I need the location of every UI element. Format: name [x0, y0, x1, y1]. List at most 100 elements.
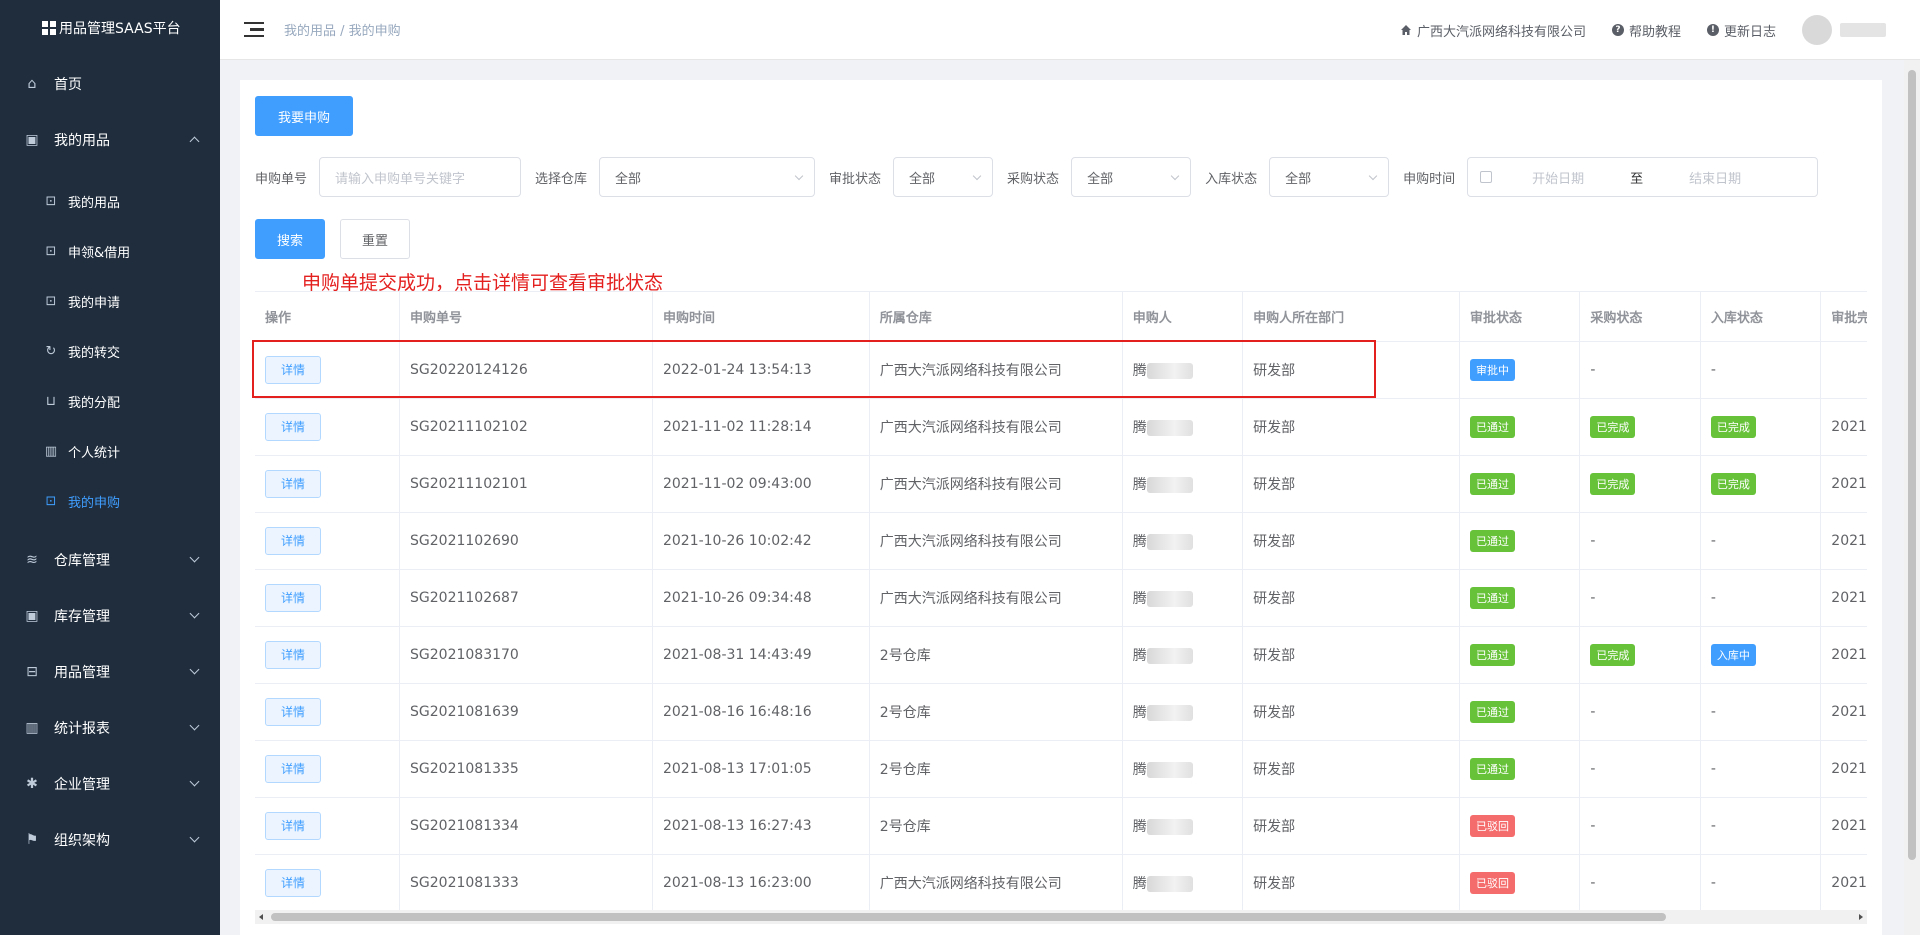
detail-button[interactable]: 详情 [265, 811, 321, 840]
top-header: 我的用品 / 我的申购 广西大汽派网络科技有限公司 ? 帮助教程 ! 更新日志 [220, 0, 1920, 60]
order-no-cell: SG2021081639 [399, 683, 653, 741]
sidebar-subitem-label: 申领&借用 [68, 245, 131, 261]
order-no-cell: SG2021083170 [399, 626, 653, 684]
approve-done-cell: 2021-12-13 14:49:02 [1820, 569, 1867, 627]
sidebar-item-label: 我的用品 [54, 133, 110, 149]
detail-button[interactable]: 详情 [265, 640, 321, 669]
stock-select[interactable]: 全部 [1269, 157, 1390, 197]
time-label: 申购时间 [1403, 171, 1456, 187]
dept-cell: 研发部 [1242, 455, 1460, 513]
refresh-icon: ↻ [45, 343, 57, 359]
applicant-name: 腾 [1132, 533, 1147, 550]
purchase-select[interactable]: 全部 [1071, 157, 1192, 197]
dept-cell: 研发部 [1242, 740, 1460, 798]
detail-button[interactable]: 详情 [265, 469, 321, 498]
sidebar-item[interactable]: ⊟ 用品管理 [0, 644, 220, 700]
sidebar-subitem[interactable]: ↻ 我的转交 [0, 326, 220, 376]
approve-done-cell: 2021-08-31 14:56:37 [1820, 626, 1867, 684]
company-link[interactable]: 广西大汽派网络科技有限公司 [1400, 21, 1586, 40]
briefcase-icon: ▣ [25, 132, 39, 148]
chevron-down-icon [972, 171, 982, 181]
scroll-right-icon[interactable] [1859, 914, 1863, 920]
detail-button[interactable]: 详情 [265, 583, 321, 612]
detail-button[interactable]: 详情 [265, 355, 321, 384]
breadcrumb-item[interactable]: 我的用品 [284, 24, 336, 39]
avatar[interactable] [1802, 15, 1832, 45]
column-header: 所属仓库 [869, 292, 1123, 342]
sidebar-item[interactable]: ▥ 统计报表 [0, 700, 220, 756]
order-no-cell: SG2021081335 [399, 740, 653, 798]
table-horizontal-scrollbar[interactable] [255, 910, 1867, 924]
approval-cell: 已驳回 [1459, 854, 1581, 912]
sidebar-item[interactable]: ⚑ 组织架构 [0, 812, 220, 868]
detail-button[interactable]: 详情 [265, 868, 321, 897]
sidebar-item[interactable]: ▣ 库存管理 [0, 588, 220, 644]
applicant-name: 腾 [1132, 704, 1147, 721]
time-cell: 2021-08-31 14:43:49 [652, 626, 870, 684]
apply-purchase-button[interactable]: 我要申购 [255, 96, 353, 136]
sidebar-subitem[interactable]: ⊔ 我的分配 [0, 376, 220, 426]
status-badge: 已完成 [1710, 415, 1756, 438]
order-no-input[interactable]: 请输入申购单号关键字 [319, 157, 522, 197]
end-date-placeholder[interactable]: 结束日期 [1689, 168, 1741, 187]
user-name-blurred[interactable] [1840, 23, 1886, 37]
applicant-name: 腾 [1132, 761, 1147, 778]
scrollbar-thumb[interactable] [271, 913, 1666, 921]
stock-cell: - [1700, 512, 1822, 570]
start-date-placeholder[interactable]: 开始日期 [1532, 168, 1584, 187]
page-scrollbar[interactable] [1904, 60, 1920, 935]
status-badge: 已通过 [1469, 529, 1515, 552]
status-badge: 已驳回 [1469, 871, 1515, 894]
sidebar-subitem[interactable]: ⊡ 我的用品 [0, 176, 220, 226]
applicant-name: 腾 [1132, 647, 1147, 664]
sidebar-item-label: 组织架构 [54, 833, 110, 849]
hamburger-icon[interactable] [244, 21, 264, 38]
database-icon: ≋ [26, 552, 38, 568]
detail-button[interactable]: 详情 [265, 526, 321, 555]
column-header: 操作 [255, 292, 401, 342]
detail-button[interactable]: 详情 [265, 754, 321, 783]
chevron-down-icon [189, 608, 200, 619]
stock-cell: - [1700, 341, 1822, 399]
sidebar-item[interactable]: ▣ 我的用品 [0, 112, 220, 168]
dept-cell: 研发部 [1242, 626, 1460, 684]
warehouse-cell: 2号仓库 [869, 683, 1123, 741]
warehouse-cell: 2号仓库 [869, 740, 1123, 798]
detail-button[interactable]: 详情 [265, 697, 321, 726]
date-range-picker[interactable]: 开始日期 至 结束日期 [1467, 157, 1819, 197]
app-logo[interactable]: 用品管理SAAS平台 [0, 0, 220, 56]
stock-cell: 入库中 [1700, 626, 1822, 684]
applicant-name: 腾 [1132, 590, 1147, 607]
table-row: 详情 SG2021081639 2021-08-16 16:48:16 2号仓库腾 研发… [255, 683, 1867, 741]
reset-button[interactable]: 重置 [340, 219, 410, 259]
help-link[interactable]: ? 帮助教程 [1611, 21, 1681, 40]
scrollbar-thumb[interactable] [1908, 70, 1916, 860]
sidebar-subitem[interactable]: ▥ 个人统计 [0, 426, 220, 476]
action-cell: 详情 [255, 512, 401, 570]
time-cell: 2021-11-02 09:43:00 [652, 455, 870, 513]
app-title: 用品管理SAAS平台 [59, 21, 181, 37]
warehouse-value: 全部 [615, 171, 642, 187]
sidebar-item[interactable]: ⌂ 首页 [0, 56, 220, 112]
sidebar-item-label: 统计报表 [54, 721, 110, 737]
warehouse-select[interactable]: 全部 [599, 157, 816, 197]
briefcase-icon: ▣ [25, 608, 39, 624]
status-badge: 已完成 [1590, 415, 1636, 438]
status-badge: 已通过 [1469, 472, 1515, 495]
search-button[interactable]: 搜索 [255, 219, 325, 259]
sidebar-item-label: 库存管理 [54, 609, 110, 625]
action-cell: 详情 [255, 797, 401, 855]
detail-button[interactable]: 详情 [265, 412, 321, 441]
column-header: 入库状态 [1700, 292, 1822, 342]
approval-cell: 已通过 [1459, 740, 1581, 798]
purchase-cell: - [1579, 740, 1701, 798]
sidebar-subitem[interactable]: ⊡ 我的申请 [0, 276, 220, 326]
sidebar-item[interactable]: ✱ 企业管理 [0, 756, 220, 812]
approval-select[interactable]: 全部 [893, 157, 994, 197]
changelog-link[interactable]: ! 更新日志 [1706, 21, 1776, 40]
sidebar-subitem[interactable]: ⊡ 我的申购 [0, 476, 220, 526]
scroll-left-icon[interactable] [259, 914, 263, 920]
sidebar-subitem[interactable]: ⊡ 申领&借用 [0, 226, 220, 276]
sidebar-item[interactable]: ≋ 仓库管理 [0, 532, 220, 588]
home-icon: ⌂ [27, 76, 37, 92]
